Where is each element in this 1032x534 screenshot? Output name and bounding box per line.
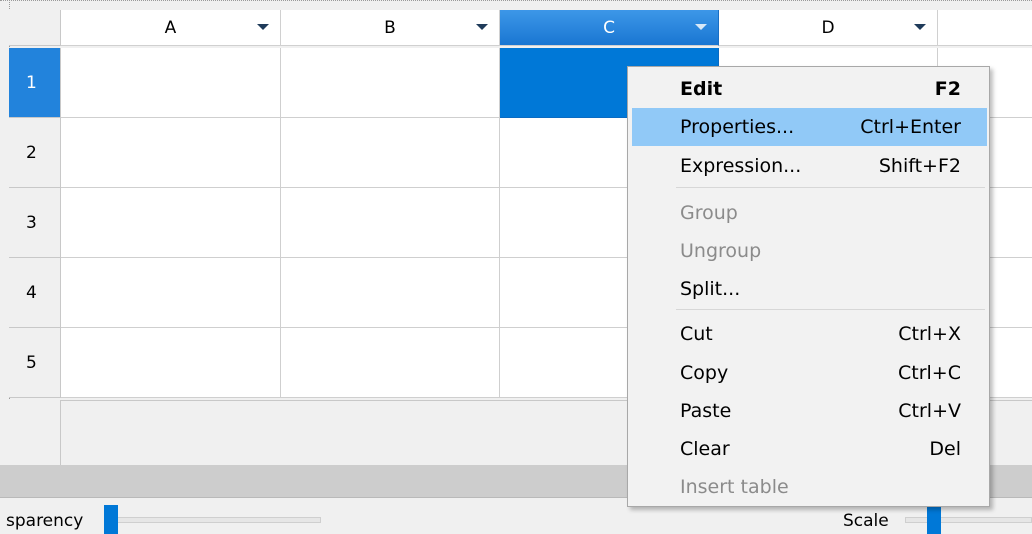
menu-item-copy[interactable]: Copy Ctrl+C [632,354,987,392]
menu-item-edit[interactable]: Edit F2 [632,70,987,108]
cell-b4[interactable] [281,258,500,328]
menu-item-group: Group [632,194,987,232]
context-menu: Edit F2 Properties... Ctrl+Enter Express… [627,66,990,507]
menu-item-label: Insert table [680,476,789,498]
column-header-b[interactable]: B [281,10,500,46]
menu-item-paste[interactable]: Paste Ctrl+V [632,392,987,430]
menu-item-label: Properties... [680,116,795,138]
menu-item-expression[interactable]: Expression... Shift+F2 [632,147,987,185]
cell-b3[interactable] [281,188,500,258]
row-header-5[interactable]: 5 [9,328,61,398]
dropdown-arrow-icon[interactable] [695,24,707,30]
menu-item-label: Expression... [680,155,802,177]
cell-a4[interactable] [61,258,281,328]
menu-item-shortcut: Del [929,438,961,460]
column-header-label: A [164,18,177,38]
menu-item-shortcut: Ctrl+C [898,362,961,384]
column-header-c[interactable]: C [500,10,719,46]
cell-b2[interactable] [281,118,500,188]
transparency-slider-handle[interactable] [104,505,118,534]
cell-a1[interactable] [61,48,281,118]
cell-b5[interactable] [281,328,500,398]
column-header-d[interactable]: D [719,10,938,46]
scale-slider-track[interactable] [905,517,1032,523]
row-header-4[interactable]: 4 [9,258,61,328]
scale-label: Scale [843,511,889,531]
menu-item-label: Group [680,202,738,224]
dropdown-arrow-icon[interactable] [914,24,926,30]
column-header-e[interactable] [938,10,1032,46]
transparency-slider-track[interactable] [104,517,321,523]
menu-separator [676,187,985,188]
cell-a2[interactable] [61,118,281,188]
menu-item-shortcut: Shift+F2 [878,155,961,177]
row-header-2[interactable]: 2 [9,118,61,188]
cell-a3[interactable] [61,188,281,258]
menu-separator [676,309,985,310]
menu-item-label: Ungroup [680,240,762,262]
menu-item-clear[interactable]: Clear Del [632,430,987,468]
row-header-1[interactable]: 1 [9,48,61,118]
menu-item-label: Paste [680,400,732,422]
transparency-label: sparency [6,511,84,531]
menu-item-shortcut: Ctrl+X [898,323,961,345]
menu-item-label: Copy [680,362,729,384]
column-header-label: D [821,18,835,38]
dropdown-arrow-icon[interactable] [257,24,269,30]
menu-item-ungroup: Ungroup [632,232,987,270]
menu-item-label: Edit [680,78,723,100]
menu-item-properties[interactable]: Properties... Ctrl+Enter [632,108,987,146]
column-header-label: B [384,18,396,38]
column-header-a[interactable]: A [61,10,281,46]
dropdown-arrow-icon[interactable] [476,24,488,30]
menu-item-label: Clear [680,438,730,460]
menu-item-shortcut: Ctrl+V [898,400,961,422]
select-all-corner[interactable] [9,10,61,46]
menu-item-label: Cut [680,323,713,345]
cell-a5[interactable] [61,328,281,398]
column-header-label: C [603,18,615,38]
menu-item-insert-table: Insert table [632,468,987,506]
menu-item-shortcut: Ctrl+Enter [860,116,961,138]
scale-slider-handle[interactable] [927,505,941,534]
menu-item-cut[interactable]: Cut Ctrl+X [632,315,987,353]
menu-item-label: Split... [680,278,741,300]
row-header-empty [9,400,61,465]
top-ruler-guide [0,0,1032,1]
cell-b1[interactable] [281,48,500,118]
menu-item-shortcut: F2 [934,78,961,100]
menu-item-split[interactable]: Split... [632,270,987,308]
row-header-3[interactable]: 3 [9,188,61,258]
